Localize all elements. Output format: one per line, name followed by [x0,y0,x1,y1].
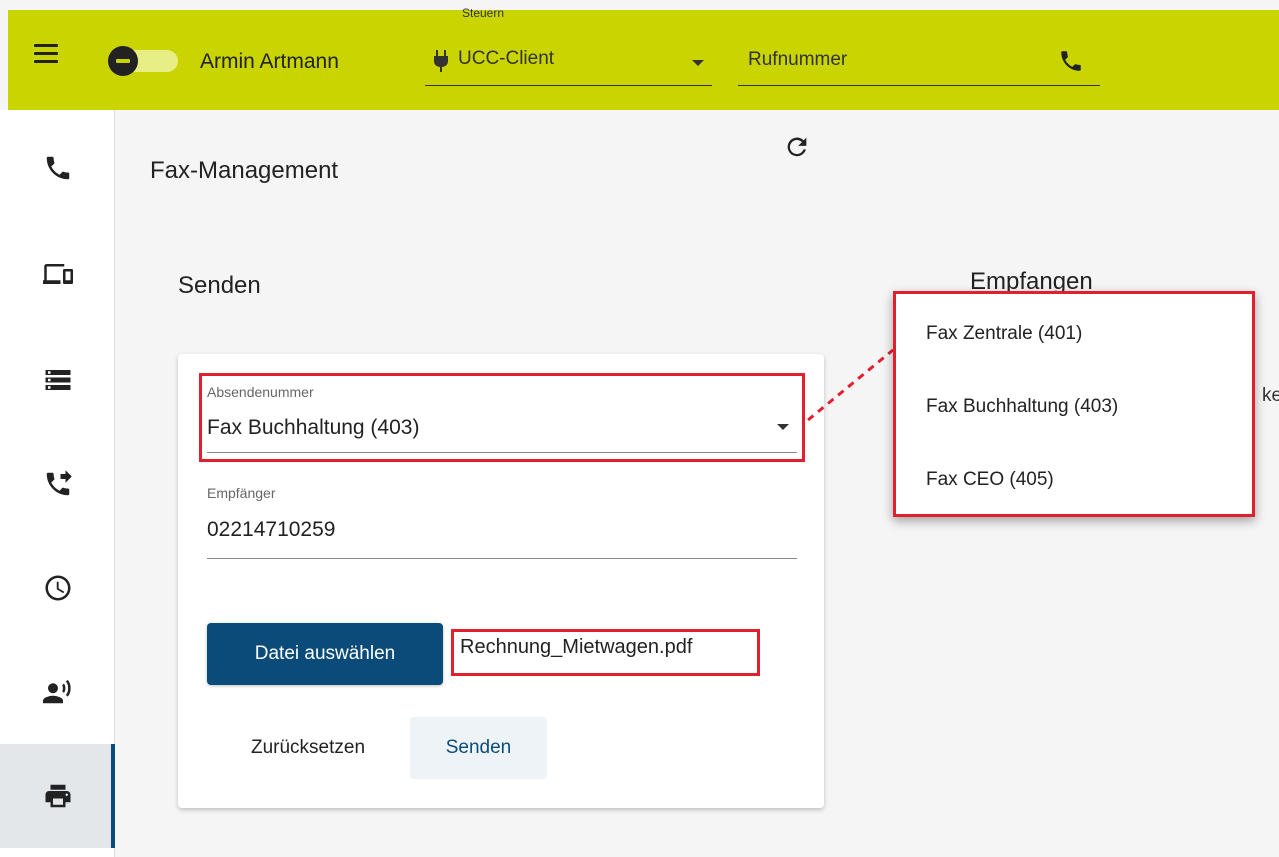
chevron-down-icon [692,60,704,66]
status-toggle[interactable] [108,46,178,76]
sidebar-item-fax[interactable] [0,744,115,848]
page-title: Fax-Management [150,157,339,184]
sidebar [0,110,115,857]
sender-number-select[interactable]: Absendenummer Fax Buchhaltung (403) [207,380,797,455]
sidebar-item-voicemail[interactable] [0,640,115,744]
storage-icon [45,370,70,390]
sender-underline [207,452,797,453]
hamburger-menu-icon[interactable] [34,44,58,64]
sidebar-item-storage[interactable] [0,328,115,432]
voicemail-speaker-icon [42,679,71,704]
choose-file-button[interactable]: Datei auswählen [207,623,443,685]
history-icon [45,575,70,601]
sidebar-item-phone[interactable] [0,116,115,220]
send-section-title: Senden [178,272,261,299]
sidebar-item-history[interactable] [0,536,115,640]
phone-icon [46,156,69,180]
user-name: Armin Artmann [200,50,339,73]
sender-number-value: Fax Buchhaltung (403) [207,416,420,439]
control-select[interactable]: UCC-Client [425,40,712,86]
sidebar-item-call-forward[interactable] [0,432,115,536]
dropdown-option[interactable]: Fax CEO (405) [926,469,1054,491]
control-label: Steuern [462,6,505,20]
recipient-label: Empfänger [207,485,276,501]
sidebar-item-devices[interactable] [0,222,115,326]
dropdown-option[interactable]: Fax Zentrale (401) [926,323,1082,345]
reset-button[interactable]: Zurücksetzen [218,718,398,778]
recipient-value: 02214710259 [207,518,336,541]
dropdown-option[interactable]: Fax Buchhaltung (403) [926,396,1118,418]
send-button[interactable]: Senden [410,717,547,779]
recipient-field[interactable]: Empfänger 02214710259 [207,485,797,560]
printer-icon [45,784,70,808]
plug-icon [434,50,448,72]
chevron-down-icon [777,424,789,430]
devices-icon [42,264,73,284]
phone-number-placeholder: Rufnummer [748,49,848,70]
control-value: UCC-Client [458,48,555,69]
phone-icon[interactable] [1058,48,1084,74]
receive-truncated-text: ke [1262,385,1279,406]
recipient-underline [207,558,797,559]
refresh-icon[interactable] [783,133,811,161]
toggle-knob-icon [108,46,138,76]
sender-number-label: Absendenummer [207,384,314,400]
phone-number-input[interactable]: Rufnummer [738,40,1100,86]
call-forward-icon [46,470,72,496]
selected-file-name: Rechnung_Mietwagen.pdf [460,636,693,658]
sender-dropdown-menu: Fax Zentrale (401) Fax Buchhaltung (403)… [893,291,1255,517]
